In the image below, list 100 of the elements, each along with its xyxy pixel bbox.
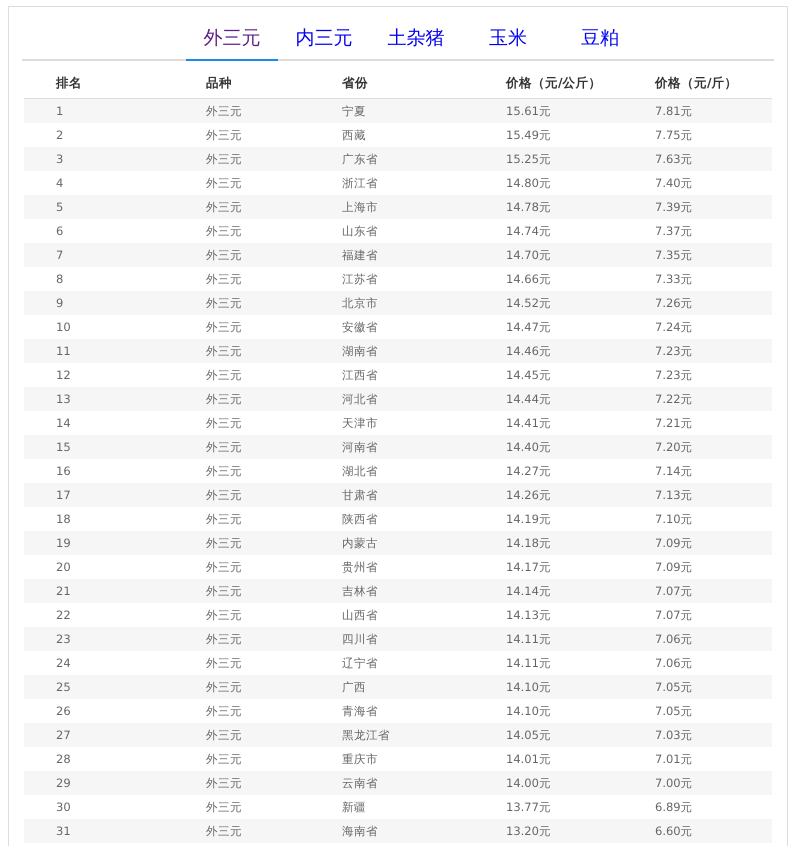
table-cell-text: 7.23元 [654,344,694,358]
table-cell-text: 外三元 [205,176,243,190]
table-cell-text: 外三元 [205,824,243,838]
table-cell-text: 湖北省 [341,464,379,478]
table-cell-text: 13 [55,392,72,406]
table-cell-text: 14 [55,416,72,430]
tab[interactable]: 土杂猪 [370,21,462,61]
table-cell-text: 15.49元 [505,128,552,142]
table-cell-text: 贵州省 [341,560,379,574]
table-cell-text: 外三元 [205,200,243,214]
tab[interactable]: 内三元 [278,21,370,61]
table-cell-text: 7.26元 [654,296,694,310]
table-cell-text: 6.60元 [654,824,694,838]
table-cell-text: 6 [55,224,64,238]
table-cell-text: 外三元 [205,128,243,142]
table-cell-text: 31 [55,824,72,838]
table-cell-text: 14.45元 [505,368,552,382]
table-cell-text: 北京市 [341,296,379,310]
table-cell-text: 7.63元 [654,152,694,166]
table-cell-text: 外三元 [205,416,243,430]
table-cell-text: 外三元 [205,248,243,262]
table-cell-text: 14.27元 [505,464,552,478]
column-header: 品种 [205,74,233,92]
table-cell-text: 14.80元 [505,176,552,190]
table-cell-text: 7.05元 [654,704,694,718]
table-cell-text: 7.03元 [654,728,694,742]
table-cell-text: 30 [55,800,72,814]
table-cell-text: 7.22元 [654,392,694,406]
table-cell-text: 外三元 [205,488,243,502]
table-cell-text: 外三元 [205,632,243,646]
table-cell-text: 7.39元 [654,200,694,214]
table-cell-text: 6.89元 [654,800,694,814]
table-cell-text: 5 [55,200,64,214]
table-cell-text: 湖南省 [341,344,379,358]
table-cell-text: 21 [55,584,72,598]
table-cell-text: 外三元 [205,656,243,670]
table-cell-text: 14.47元 [505,320,552,334]
table-cell-text: 辽宁省 [341,656,379,670]
table-cell-text: 7.01元 [654,752,694,766]
table-cell-text: 14.13元 [505,608,552,622]
table-cell-text: 7.24元 [654,320,694,334]
table-cell-text: 14.78元 [505,200,552,214]
table-cell-text: 外三元 [205,104,243,118]
table-cell-text: 江西省 [341,368,379,382]
table-cell-text: 河南省 [341,440,379,454]
table-cell-text: 7.06元 [654,632,694,646]
table-cell-text: 外三元 [205,560,243,574]
table-cell-text: 29 [55,776,72,790]
table-cell-text: 四川省 [341,632,379,646]
table-cell-text: 外三元 [205,776,243,790]
table-cell-text: 14.46元 [505,344,552,358]
table-cell-text: 宁夏 [341,104,367,118]
table-cell-text: 云南省 [341,776,379,790]
table-cell-text: 14.17元 [505,560,552,574]
table-cell-text: 黑龙江省 [341,728,391,742]
table-cell-text: 山东省 [341,224,379,238]
table-cell-text: 26 [55,704,72,718]
column-header: 价格（元/公斤） [504,74,603,92]
tab[interactable]: 豆粕 [554,21,646,61]
table-cell-text: 7.14元 [654,464,694,478]
table-cell-text: 重庆市 [341,752,379,766]
table-cell-text: 1 [55,104,64,118]
table-cell-text: 13.20元 [505,824,552,838]
table-cell-text: 13.77元 [505,800,552,814]
table-cell-text: 23 [55,632,72,646]
table-cell-text: 天津市 [341,416,379,430]
table-cell-text: 14.05元 [505,728,552,742]
table-cell-text: 外三元 [205,728,243,742]
tab[interactable]: 外三元 [186,21,278,61]
table-cell-text: 海南省 [341,824,379,838]
table-cell-text: 15 [55,440,72,454]
table-cell-text: 7.00元 [654,776,694,790]
table-cell-text: 7.20元 [654,440,694,454]
table-cell-text: 14.40元 [505,440,552,454]
table-cell-text: 7.07元 [654,608,694,622]
tab[interactable]: 玉米 [462,21,554,61]
table-cell-text: 8 [55,272,64,286]
table-cell-text: 7.07元 [654,584,694,598]
table-cell-text: 12 [55,368,72,382]
table-cell-text: 外三元 [205,536,243,550]
table-cell-text: 7 [55,248,64,262]
table-cell-text: 10 [55,320,72,334]
table-cell-text: 外三元 [205,440,243,454]
table-cell-text: 7.75元 [654,128,694,142]
table-cell-text: 外三元 [205,152,243,166]
table-cell-text: 西藏 [341,128,367,142]
table-cell-text: 9 [55,296,64,310]
column-header: 价格（元/斤） [654,74,739,92]
column-header: 排名 [54,74,83,92]
table-cell-text: 外三元 [205,368,243,382]
table-cell-text: 14.11元 [505,656,552,670]
table-cell-text: 3 [55,152,64,166]
table-cell-text: 外三元 [205,704,243,718]
table-cell-text: 28 [55,752,72,766]
table-cell-text: 甘肃省 [341,488,379,502]
table-cell-text: 7.81元 [654,104,694,118]
table-cell-text: 7.21元 [654,416,694,430]
table-cell-text: 14.18元 [505,536,552,550]
table-cell-text: 22 [55,608,72,622]
table-cell-text: 吉林省 [341,584,379,598]
